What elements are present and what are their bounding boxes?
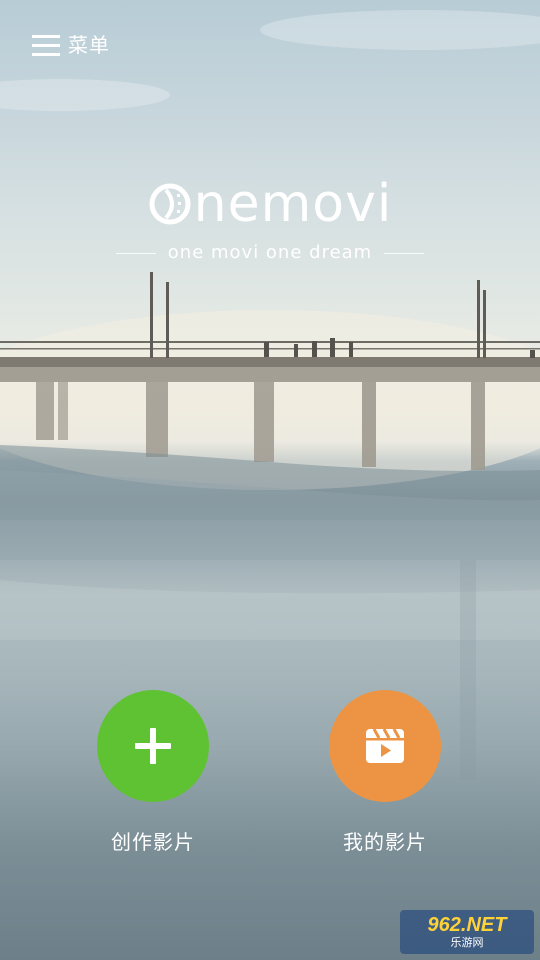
menu-label: 菜单 — [68, 33, 110, 57]
menu-button[interactable]: 菜单 — [32, 30, 110, 60]
site-watermark: 962.NET 乐游网 — [400, 910, 534, 954]
create-movie-button[interactable] — [97, 690, 209, 802]
hamburger-menu-icon — [32, 35, 60, 56]
plus-icon — [135, 728, 171, 764]
my-movies-button[interactable] — [329, 690, 441, 802]
app-logo: nemovi — [0, 172, 540, 236]
home-screen: 菜单 nemovi one movi one dream 创作影片 我的影片 9… — [0, 0, 540, 960]
tagline-row: one movi one dream — [0, 240, 540, 266]
my-movies-action: 我的影片 — [305, 690, 465, 856]
film-reel-o-icon — [149, 183, 191, 225]
logo-wordmark: nemovi — [148, 172, 393, 236]
my-movies-label: 我的影片 — [343, 830, 427, 854]
tagline-divider-left — [115, 252, 156, 254]
watermark-bottom: 乐游网 — [450, 936, 484, 949]
create-movie-label: 创作影片 — [111, 830, 195, 854]
watermark-top: 962.NET — [427, 914, 507, 936]
create-movie-action: 创作影片 — [73, 690, 233, 856]
tagline-divider-right — [384, 252, 425, 254]
clapperboard-play-icon — [366, 728, 404, 763]
tagline: one movi one dream — [167, 242, 373, 263]
logo-wordmark-text: nemovi — [193, 174, 393, 234]
